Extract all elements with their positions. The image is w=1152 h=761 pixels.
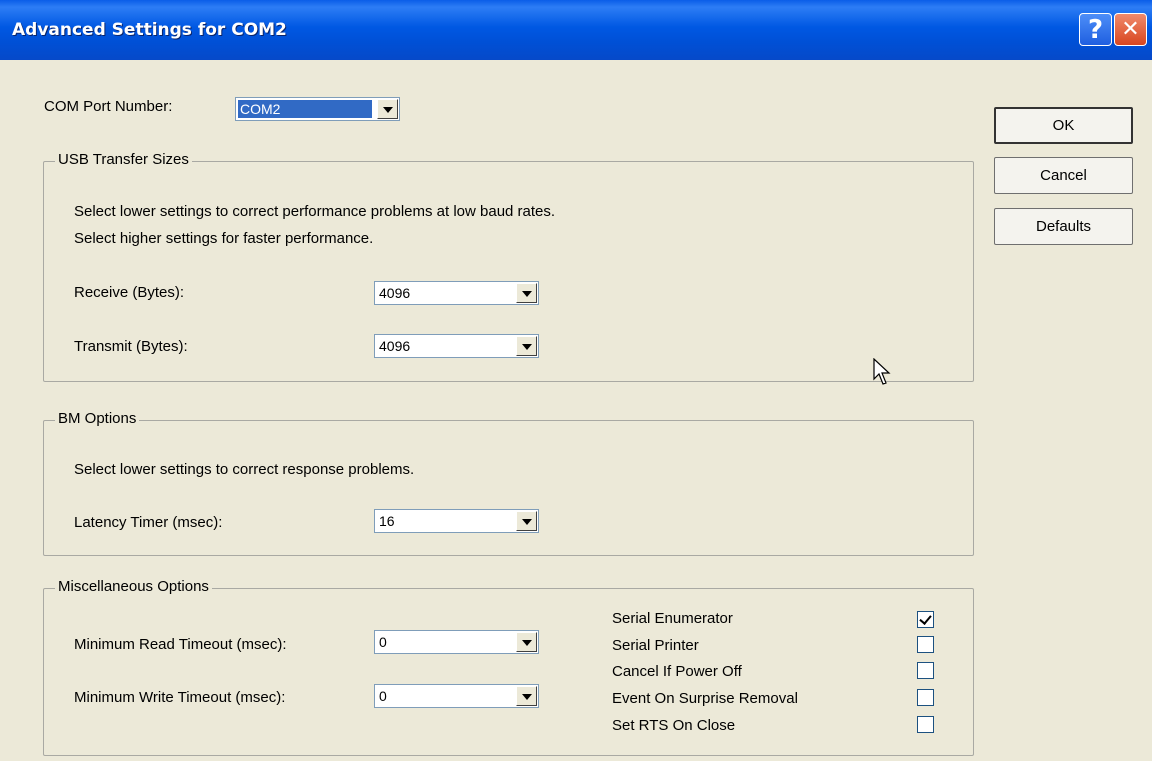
min-write-timeout-value: 0	[379, 688, 387, 704]
event-on-surprise-removal-label: Event On Surprise Removal	[612, 690, 798, 707]
bm-options-group	[43, 420, 974, 556]
receive-value: 4096	[379, 285, 411, 301]
close-icon: ✕	[1121, 17, 1140, 42]
latency-select[interactable]: 16	[374, 509, 539, 533]
serial-enumerator-checkbox[interactable]	[917, 611, 934, 628]
transmit-select[interactable]: 4096	[374, 334, 539, 358]
help-button[interactable]: ?	[1079, 13, 1112, 46]
com-port-select[interactable]: COM2	[235, 97, 400, 121]
chevron-down-icon[interactable]	[516, 686, 537, 706]
defaults-button[interactable]: Defaults	[994, 208, 1133, 245]
serial-enumerator-label: Serial Enumerator	[612, 610, 733, 627]
bm-options-hint: Select lower settings to correct respons…	[74, 461, 415, 478]
com-port-label: COM Port Number:	[44, 98, 173, 115]
transmit-label: Transmit (Bytes):	[74, 338, 188, 355]
close-button[interactable]: ✕	[1114, 13, 1147, 46]
min-write-timeout-label: Minimum Write Timeout (msec):	[74, 689, 286, 706]
chevron-down-icon[interactable]	[516, 336, 537, 356]
misc-options-title: Miscellaneous Options	[55, 578, 212, 595]
min-read-timeout-label: Minimum Read Timeout (msec):	[74, 636, 287, 653]
usb-transfer-hint-1: Select lower settings to correct perform…	[74, 203, 556, 220]
ok-button[interactable]: OK	[994, 107, 1133, 144]
window-title: Advanced Settings for COM2	[12, 20, 287, 40]
misc-options-group	[43, 588, 974, 756]
min-read-timeout-select[interactable]: 0	[374, 630, 539, 654]
cancel-button[interactable]: Cancel	[994, 157, 1133, 194]
serial-printer-checkbox[interactable]	[917, 636, 934, 653]
help-icon: ?	[1087, 14, 1104, 45]
mouse-cursor-icon	[873, 358, 891, 385]
set-rts-on-close-label: Set RTS On Close	[612, 717, 736, 734]
chevron-down-icon[interactable]	[516, 283, 537, 303]
chevron-down-icon[interactable]	[516, 632, 537, 652]
usb-transfer-title: USB Transfer Sizes	[55, 151, 192, 168]
chevron-down-icon[interactable]	[516, 511, 537, 531]
transmit-value: 4096	[379, 338, 411, 354]
com-port-value: COM2	[238, 100, 372, 118]
event-on-surprise-removal-checkbox[interactable]	[917, 689, 934, 706]
bm-options-title: BM Options	[55, 410, 140, 427]
set-rts-on-close-checkbox[interactable]	[917, 716, 934, 733]
cancel-if-power-off-checkbox[interactable]	[917, 662, 934, 679]
receive-label: Receive (Bytes):	[74, 284, 185, 301]
usb-transfer-hint-2: Select higher settings for faster perfor…	[74, 230, 374, 247]
min-write-timeout-select[interactable]: 0	[374, 684, 539, 708]
cancel-if-power-off-label: Cancel If Power Off	[612, 663, 742, 680]
receive-select[interactable]: 4096	[374, 281, 539, 305]
title-bar[interactable]: Advanced Settings for COM2 ? ✕	[0, 0, 1152, 60]
min-read-timeout-value: 0	[379, 634, 387, 650]
latency-label: Latency Timer (msec):	[74, 514, 223, 531]
latency-value: 16	[379, 513, 395, 529]
serial-printer-label: Serial Printer	[612, 637, 699, 654]
chevron-down-icon[interactable]	[377, 99, 398, 119]
